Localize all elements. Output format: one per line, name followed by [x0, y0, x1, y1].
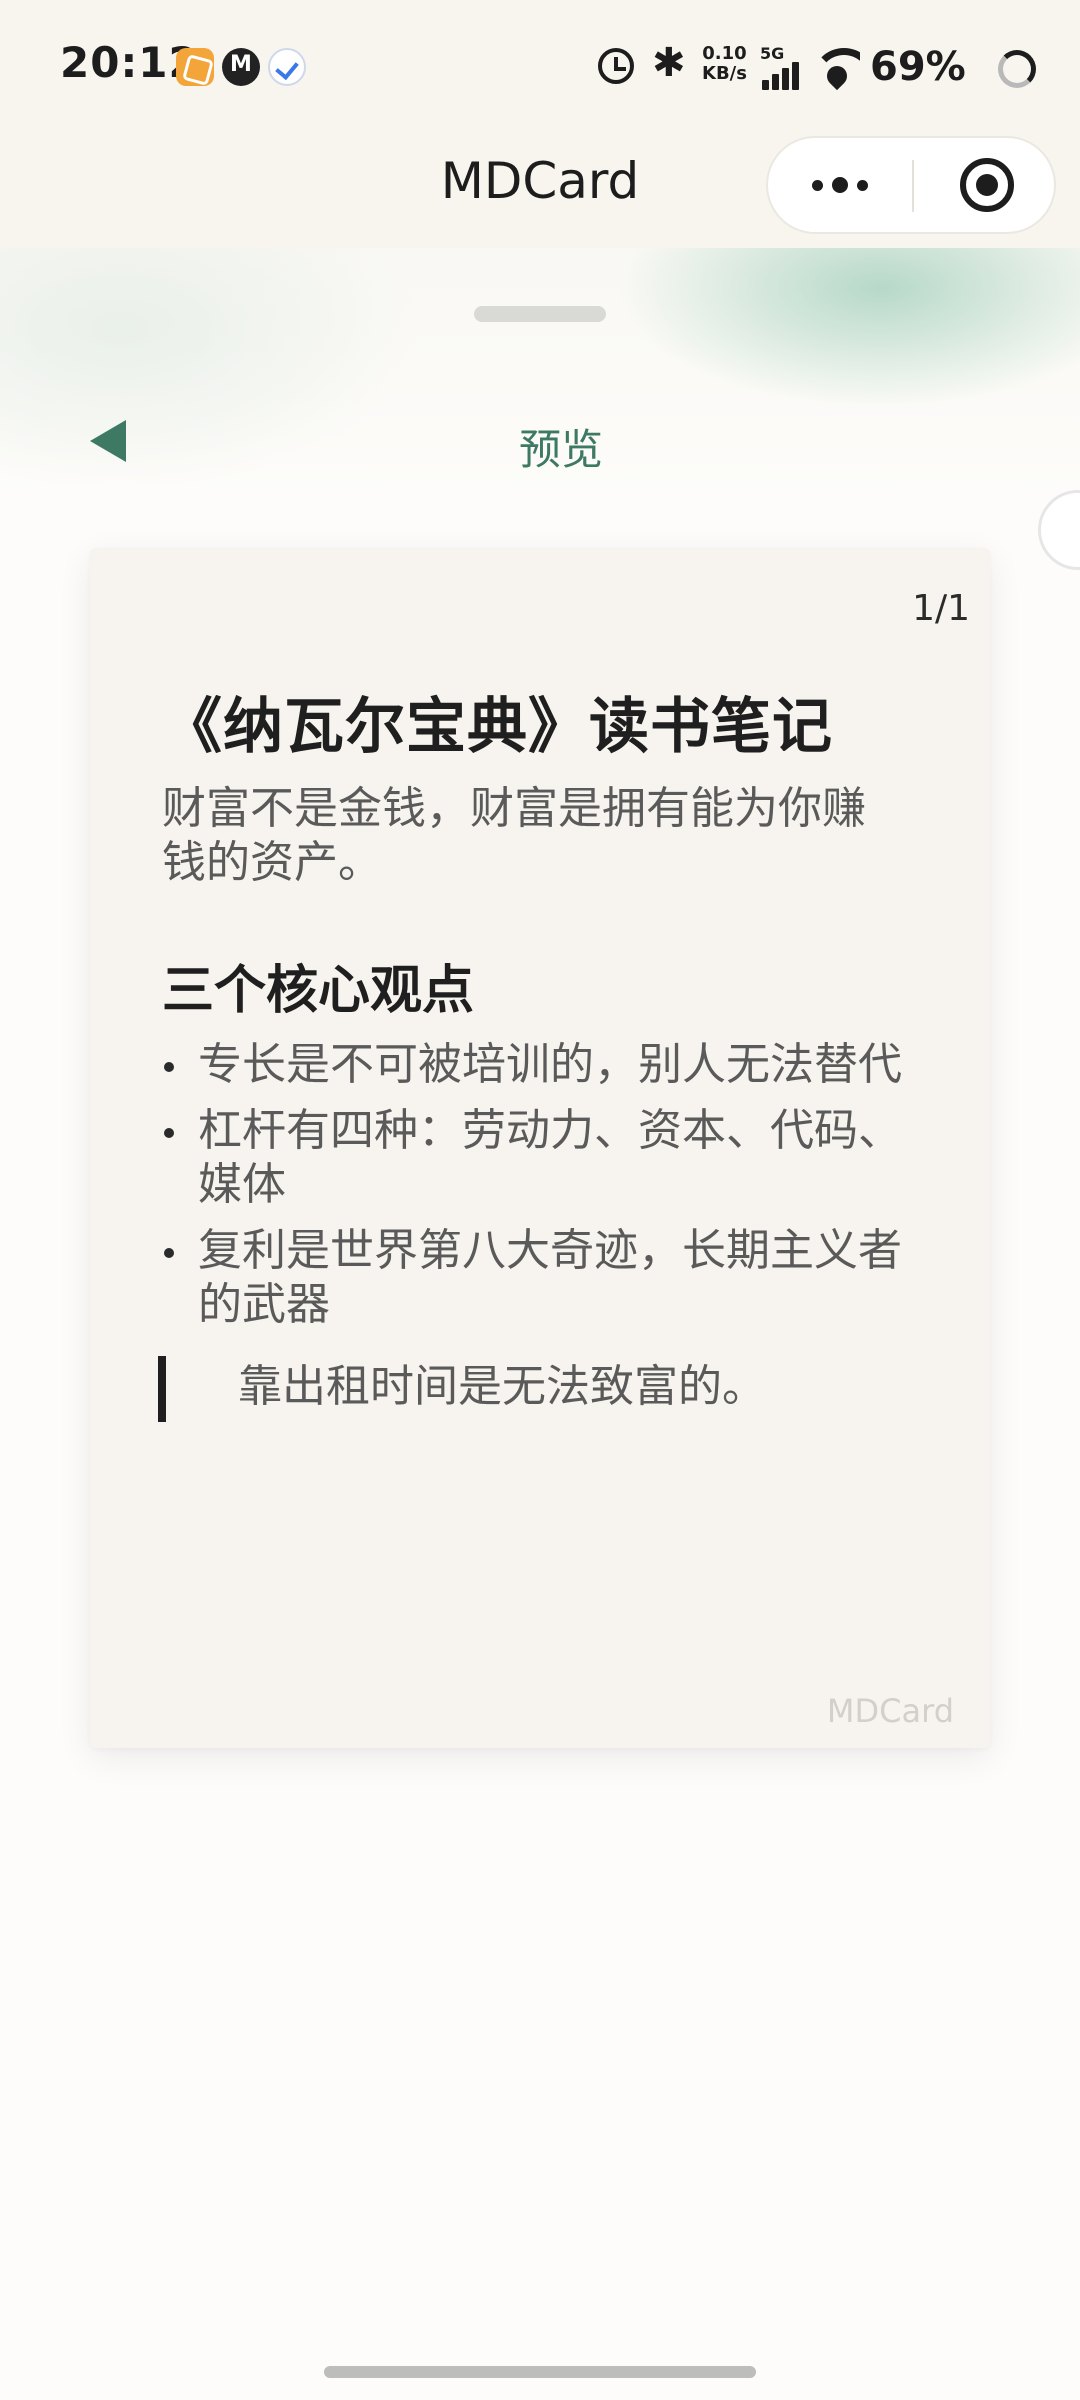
blockquote: 靠出租时间是无法致富的。 — [158, 1356, 938, 1426]
more-dot-right — [857, 179, 868, 191]
battery-ring-icon — [998, 50, 1036, 88]
more-dots-icon — [812, 179, 823, 191]
menu-capsule — [766, 136, 1056, 234]
wifi-icon — [814, 44, 860, 90]
card-subtitle: 财富不是金钱，财富是拥有能为你赚钱的资产。 — [162, 783, 866, 888]
capsule-divider — [912, 160, 914, 212]
quote-text: 靠出租时间是无法致富的。 — [238, 1361, 766, 1412]
quote-bar — [158, 1356, 166, 1422]
list-item: 杠杆有四种：劳动力、资本、代码、媒体 — [162, 1104, 922, 1212]
battery-percent: 69% — [870, 44, 966, 90]
network-speed: 0.10 KB/s — [702, 44, 747, 84]
signal-icon — [758, 54, 802, 90]
network-speed-unit: KB/s — [702, 63, 747, 84]
notes-app-icon — [176, 48, 214, 86]
list-item: 复利是世界第八大奇迹，长期主义者的武器 — [162, 1224, 922, 1332]
card-title: 《纳瓦尔宝典》读书笔记 — [162, 692, 833, 762]
card-watermark: MDCard — [826, 1692, 954, 1730]
metro-app-icon — [222, 48, 260, 86]
section-heading: 三个核心观点 — [162, 961, 475, 1021]
network-speed-value: 0.10 — [702, 43, 747, 64]
more-button[interactable] — [768, 138, 912, 232]
close-mini-program-button[interactable] — [960, 158, 1014, 212]
card-preview: 1/1 《纳瓦尔宝典》读书笔记 财富不是金钱，财富是拥有能为你赚钱的资产。 三个… — [90, 548, 990, 1748]
task-check-icon — [268, 48, 306, 86]
key-points-list: 专长是不可被培训的，别人无法替代 杠杆有四种：劳动力、资本、代码、媒体 复利是世… — [162, 1038, 922, 1344]
bluetooth-icon: ✱ — [652, 40, 686, 86]
list-item: 专长是不可被培训的，别人无法替代 — [162, 1038, 922, 1092]
page-title: 预览 — [518, 425, 603, 474]
status-bar: 20:12 ✱ 0.10 KB/s 5G 69% — [0, 0, 1080, 130]
alarm-icon — [598, 48, 634, 84]
page-indicator: 1/1 — [912, 588, 970, 629]
sheet-drag-handle[interactable] — [474, 306, 606, 322]
home-indicator[interactable] — [324, 2366, 756, 2378]
mini-program-nav-bar: MDCard — [0, 130, 1080, 248]
more-dot-center — [832, 177, 848, 193]
